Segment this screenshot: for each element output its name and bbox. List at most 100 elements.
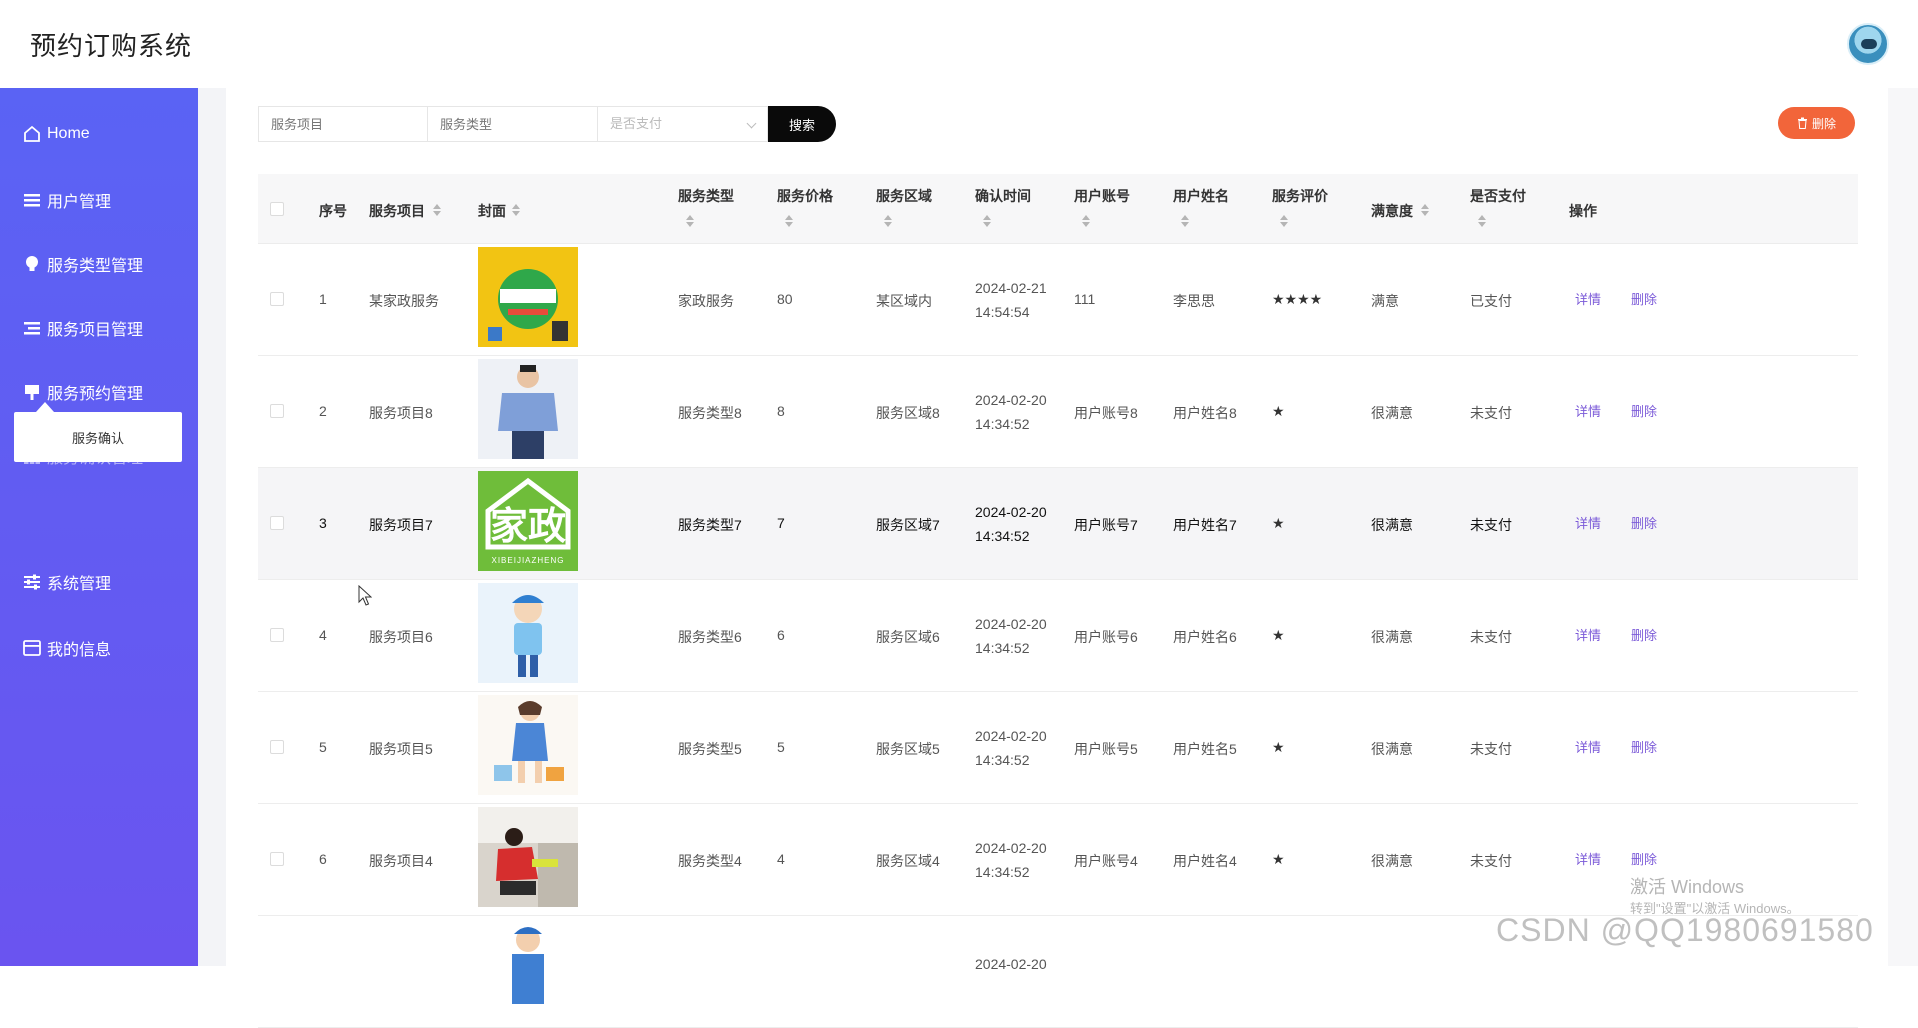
sidebar-item-users[interactable]: 用户管理 bbox=[0, 180, 198, 220]
cell-account: 111 bbox=[1074, 291, 1096, 307]
cell-confirm-time: 2024-02-20 14:34:52 bbox=[975, 612, 1065, 660]
table-row[interactable]: 2 服务项目8 服务类型8 8 服务区域8 2024-02-20 14:34:52 用户账号8… bbox=[258, 356, 1858, 468]
detail-link[interactable]: 详情 bbox=[1575, 625, 1601, 644]
row-checkbox[interactable] bbox=[270, 852, 284, 866]
header-cover[interactable]: 封面 bbox=[478, 174, 538, 244]
cell-no: 4 bbox=[319, 627, 327, 643]
row-checkbox[interactable] bbox=[270, 628, 284, 642]
confirm-date: 2024-02-20 bbox=[975, 616, 1047, 632]
table-row[interactable]: 5 服务项目5 服务类型5 5 服务区域5 2024-02-20 14:34:52 用户账号5… bbox=[258, 692, 1858, 804]
header-service-type[interactable]: 服务类型 bbox=[678, 174, 758, 244]
detail-link[interactable]: 详情 bbox=[1575, 513, 1601, 532]
cell-price: 5 bbox=[777, 739, 785, 755]
sidebar-item-service-items[interactable]: 服务项目管理 bbox=[0, 308, 198, 348]
sidebar-item-label: 服务类型管理 bbox=[47, 258, 144, 275]
header-paid[interactable]: 是否支付 bbox=[1470, 174, 1550, 244]
cell-username: 用户姓名5 bbox=[1173, 741, 1237, 757]
delete-link[interactable]: 删除 bbox=[1631, 849, 1657, 868]
paid-status-select[interactable]: 是否支付 bbox=[598, 106, 768, 142]
submenu-item-confirm[interactable]: 服务确认 bbox=[14, 402, 182, 462]
logo-text: 家政 bbox=[490, 504, 566, 548]
header-account[interactable]: 用户账号 bbox=[1074, 174, 1154, 244]
cell-service-type: 服务类型8 bbox=[678, 405, 742, 421]
cell-area: 服务区域6 bbox=[876, 629, 940, 645]
sort-icon[interactable] bbox=[1181, 215, 1189, 227]
paid-status-placeholder: 是否支付 bbox=[610, 116, 663, 131]
cell-satisfaction: 很满意 bbox=[1371, 853, 1413, 869]
cell-no: 2 bbox=[319, 403, 327, 419]
service-type-search-input[interactable] bbox=[428, 106, 598, 142]
search-button[interactable]: 搜索 bbox=[768, 106, 836, 142]
confirm-date: 2024-02-21 bbox=[975, 280, 1047, 296]
detail-link[interactable]: 详情 bbox=[1575, 401, 1601, 420]
confirm-date: 2024-02-20 bbox=[975, 956, 1047, 972]
batch-delete-label: 删除 bbox=[1811, 116, 1836, 131]
sort-icon[interactable] bbox=[1082, 215, 1090, 227]
table-row[interactable]: 3 服务项目7 家政 XIBEIJIAZHENG 服务类型7 7 服务区域7 2024-02-… bbox=[258, 468, 1858, 580]
detail-link[interactable]: 详情 bbox=[1575, 737, 1601, 756]
sort-icon[interactable] bbox=[1421, 204, 1429, 216]
sidebar-item-label: 系统管理 bbox=[47, 576, 112, 593]
header-username[interactable]: 用户姓名 bbox=[1173, 174, 1253, 244]
sort-icon[interactable] bbox=[433, 204, 441, 216]
table-row[interactable]: 1 某家政服务 家政服务 80 某区域内 2024-02-21 14:54:54 111 李思思… bbox=[258, 244, 1858, 356]
sidebar-item-bookings[interactable]: 服务预约管理 bbox=[0, 372, 198, 412]
cell-service-item: 服务项目6 bbox=[369, 629, 433, 645]
table-row[interactable]: 6 服务项目4 服务类型4 4 服务区域4 2024-02-20 14:34:52 用户账号4… bbox=[258, 804, 1858, 916]
cell-price: 8 bbox=[777, 403, 785, 419]
sort-icon[interactable] bbox=[512, 204, 520, 216]
delete-link[interactable]: 删除 bbox=[1631, 513, 1657, 532]
delete-link[interactable]: 删除 bbox=[1631, 625, 1657, 644]
service-item-search-input[interactable] bbox=[258, 106, 428, 142]
avatar[interactable] bbox=[1847, 23, 1889, 65]
cell-service-item: 服务项目5 bbox=[369, 741, 433, 757]
sidebar-item-my-info[interactable]: 我的信息 bbox=[0, 628, 198, 668]
cover-image bbox=[478, 583, 578, 683]
table-row[interactable]: 4 服务项目6 服务类型6 6 服务区域6 2024-02-20 14:34:52 用户账号6… bbox=[258, 580, 1858, 692]
header-no: 序号 bbox=[319, 203, 347, 219]
sort-icon[interactable] bbox=[884, 215, 892, 227]
delete-link[interactable]: 删除 bbox=[1631, 289, 1657, 308]
detail-link[interactable]: 详情 bbox=[1575, 289, 1601, 308]
sidebar-item-service-types[interactable]: 服务类型管理 bbox=[0, 244, 198, 284]
sidebar-item-home[interactable]: Home bbox=[0, 114, 198, 154]
logo-subtext: XIBEIJIAZHENG bbox=[491, 556, 564, 565]
list-icon bbox=[22, 190, 42, 210]
cover-image: 家政 XIBEIJIAZHENG bbox=[478, 471, 578, 571]
cell-account: 用户账号7 bbox=[1074, 517, 1138, 533]
delete-link[interactable]: 删除 bbox=[1631, 401, 1657, 420]
row-checkbox[interactable] bbox=[270, 292, 284, 306]
header-satisfaction[interactable]: 满意度 bbox=[1371, 174, 1451, 244]
row-checkbox[interactable] bbox=[270, 740, 284, 754]
sidebar-item-system[interactable]: 系统管理 bbox=[0, 562, 198, 602]
header-price[interactable]: 服务价格 bbox=[777, 174, 857, 244]
delete-link[interactable]: 删除 bbox=[1631, 737, 1657, 756]
cell-area: 某区域内 bbox=[876, 293, 932, 309]
sort-icon[interactable] bbox=[1280, 215, 1288, 227]
sidebar-item-label: Home bbox=[47, 125, 90, 142]
cell-confirm-time: 2024-02-20 14:34:52 bbox=[975, 836, 1065, 884]
header-area[interactable]: 服务区域 bbox=[876, 174, 956, 244]
cell-confirm-time: 2024-02-20 14:34:52 bbox=[975, 724, 1065, 772]
batch-delete-button[interactable]: 删除 bbox=[1778, 107, 1855, 139]
header-rating[interactable]: 服务评价 bbox=[1272, 174, 1352, 244]
cell-rating: ★★★★ bbox=[1272, 291, 1323, 307]
header-service-item[interactable]: 服务项目 bbox=[369, 174, 459, 244]
bulb-icon bbox=[22, 254, 42, 274]
select-all-checkbox[interactable] bbox=[270, 202, 284, 216]
detail-link[interactable]: 详情 bbox=[1575, 849, 1601, 868]
row-checkbox[interactable] bbox=[270, 516, 284, 530]
sort-icon[interactable] bbox=[785, 215, 793, 227]
sort-icon[interactable] bbox=[1478, 215, 1486, 227]
cell-confirm-time: 2024-02-20 14:34:52 bbox=[975, 500, 1065, 548]
search-bar: 是否支付 搜索 bbox=[258, 106, 836, 142]
sort-icon[interactable] bbox=[686, 215, 694, 227]
cell-rating: ★ bbox=[1272, 851, 1285, 867]
header-confirm-time[interactable]: 确认时间 bbox=[975, 174, 1055, 244]
submenu-item-label: 服务确认 bbox=[71, 430, 124, 446]
header-actions: 操作 bbox=[1569, 203, 1597, 219]
csdn-watermark: CSDN @QQ1980691580 bbox=[1496, 912, 1874, 948]
cover-image bbox=[478, 920, 578, 1020]
row-checkbox[interactable] bbox=[270, 404, 284, 418]
sort-icon[interactable] bbox=[983, 215, 991, 227]
